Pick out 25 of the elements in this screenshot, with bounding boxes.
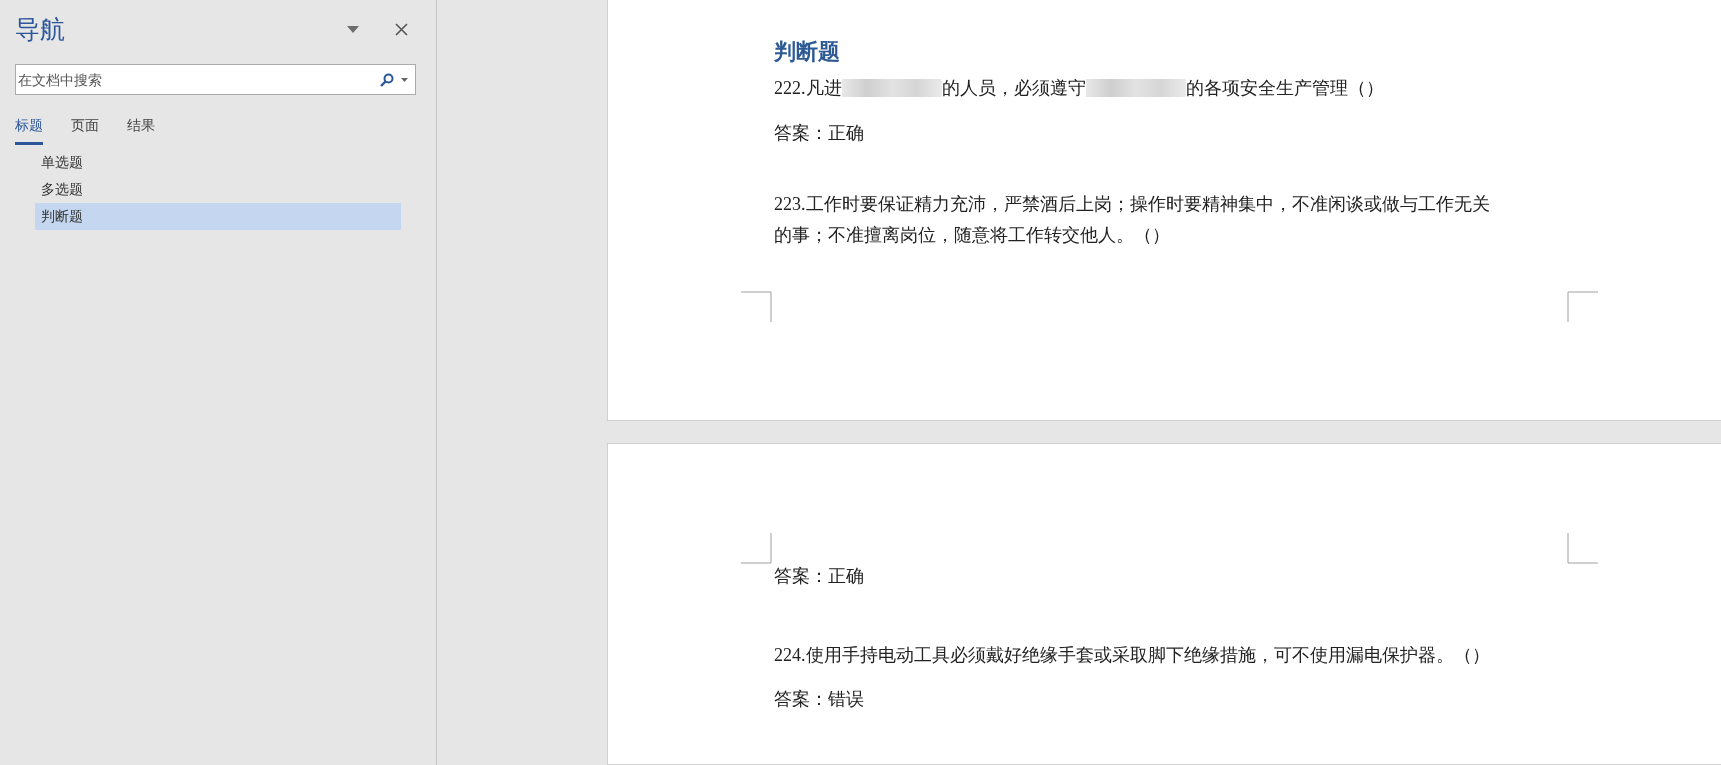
dropdown-icon[interactable]: [347, 25, 359, 33]
search-icon[interactable]: [380, 72, 394, 87]
pane-title: 导航: [15, 13, 66, 46]
heading-item[interactable]: 判断题: [35, 203, 401, 230]
corner-mark: [1567, 533, 1598, 564]
tab[interactable]: 页面: [71, 109, 99, 145]
tab[interactable]: 结果: [127, 109, 155, 145]
answer-text: 答案：正确: [774, 565, 865, 588]
corner-mark: [1567, 291, 1598, 322]
answer-text: 答案：正确: [774, 122, 865, 145]
question-text: 224.使用手持电动工具必须戴好绝缘手套或采取脚下绝缘措施，可不使用漏电保护器。（）: [774, 645, 1490, 665]
section-heading: 判断题: [774, 38, 841, 66]
question-text: 的人员，必须遵守: [941, 78, 1086, 98]
question-text: 222.凡进: [774, 78, 842, 98]
corner-mark: [741, 533, 772, 564]
question-text: 223.工作时要保证精力充沛，严禁酒后上岗；操作时要精神集中，不准闲谈或做与工作无关的事；不准擅离岗位，随意将工作转交他人。（）: [774, 194, 1490, 245]
question-text: 的各项安全生产管理（）: [1185, 78, 1384, 98]
heading-item[interactable]: 多选题: [35, 176, 401, 203]
close-icon[interactable]: [395, 22, 408, 36]
caret-icon[interactable]: [401, 77, 408, 82]
tab[interactable]: 标题: [15, 109, 43, 145]
search-field[interactable]: 在文档中搜索: [15, 64, 416, 95]
answer-text: 答案：错误: [774, 688, 865, 711]
corner-mark: [741, 291, 772, 322]
heading-item[interactable]: 单选题: [35, 149, 401, 176]
